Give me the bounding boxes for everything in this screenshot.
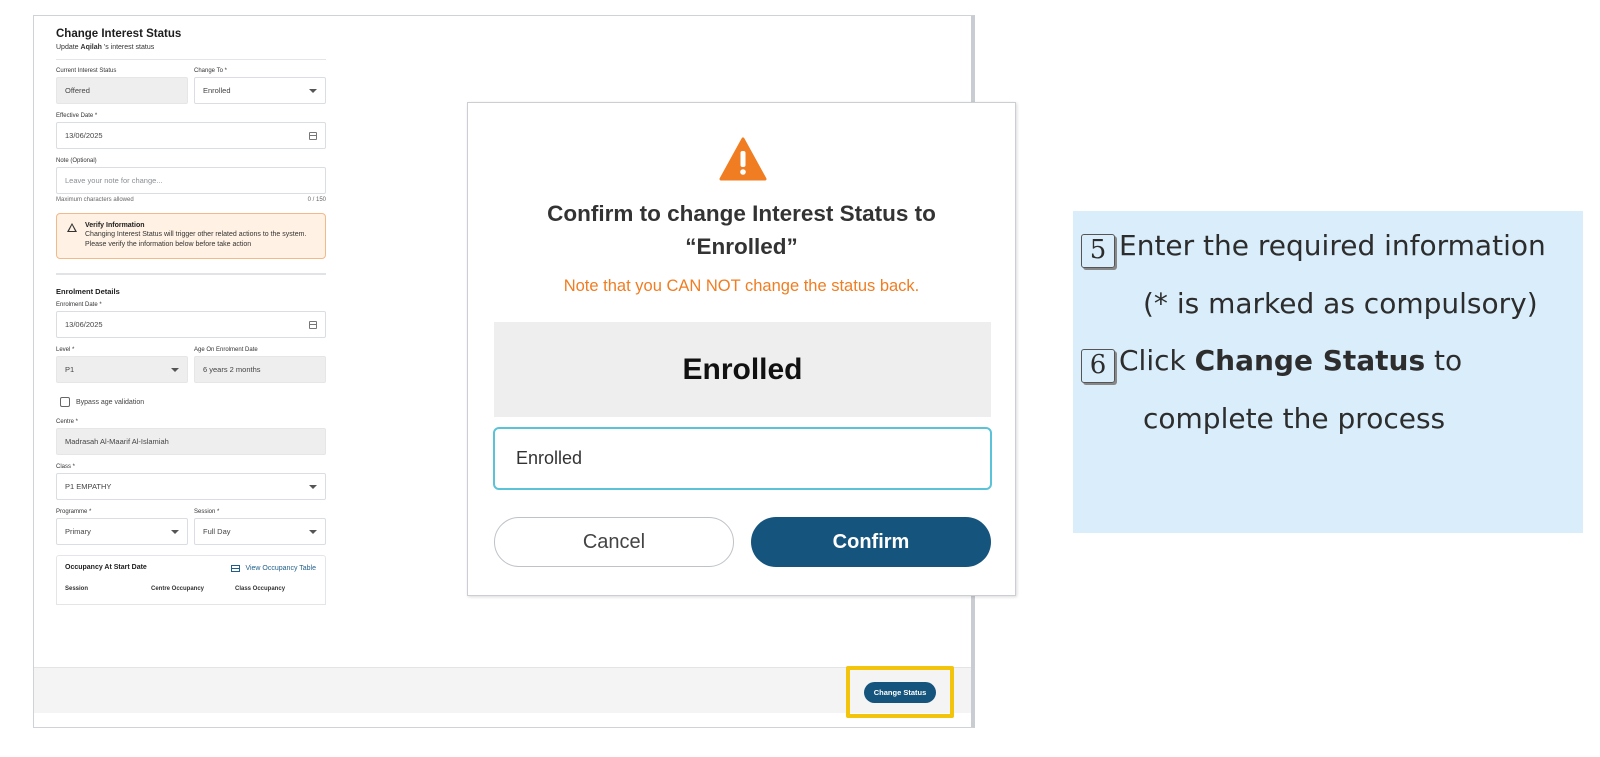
change-to-label: Change To * — [194, 68, 227, 74]
current-status-label: Current Interest Status — [56, 68, 117, 74]
level-label: Level * — [56, 347, 75, 353]
note-input[interactable]: Leave your note for change... — [56, 167, 326, 194]
calendar-icon[interactable] — [309, 131, 317, 140]
note-char-count: 0 / 150 — [307, 197, 326, 203]
cancel-button[interactable]: Cancel — [494, 517, 734, 567]
bypass-age-row[interactable]: Bypass age validation — [60, 397, 326, 407]
step-6-pre: Click — [1119, 344, 1195, 377]
programme-select[interactable]: Primary — [56, 518, 188, 545]
status-form: Change Interest Status Update Aqilah 's … — [56, 28, 326, 605]
confirm-button[interactable]: Confirm — [751, 517, 991, 567]
effective-date-value: 13/06/2025 — [65, 131, 103, 140]
col-session: Session — [65, 586, 89, 592]
class-select[interactable]: P1 EMPATHY — [56, 473, 326, 500]
divider — [56, 59, 326, 60]
step-6-number: 6 — [1081, 349, 1115, 383]
level-value: P1 — [65, 365, 75, 374]
age-value: 6 years 2 months — [203, 365, 261, 374]
dialog-title: Confirm to change Interest Status to “En… — [498, 197, 985, 263]
warning-icon — [67, 223, 77, 232]
chevron-down-icon — [171, 529, 179, 534]
bypass-age-label: Bypass age validation — [76, 398, 145, 406]
col-centre-occupancy: Centre Occupancy — [151, 586, 205, 592]
programme-label: Programme * — [56, 509, 92, 515]
step-5-number: 5 — [1081, 234, 1115, 268]
step-6: 6 Click Change Status to — [1081, 344, 1462, 383]
chevron-down-icon — [309, 484, 317, 489]
chevron-down-icon — [309, 88, 317, 93]
change-status-button[interactable]: Change Status — [863, 681, 937, 703]
section-divider — [56, 273, 326, 275]
step-6-bold: Change Status — [1194, 344, 1426, 377]
warning-icon — [719, 137, 767, 181]
age-label: Age On Enrolment Date — [194, 347, 258, 353]
subtitle-suffix: 's interest status — [101, 44, 155, 51]
age-field: 6 years 2 months — [194, 356, 326, 383]
confirm-dialog: Confirm to change Interest Status to “En… — [467, 102, 1016, 596]
note-label: Note (Optional) — [56, 158, 97, 164]
enrolment-date-value: 13/06/2025 — [65, 320, 103, 329]
dialog-title-line2: “Enrolled” — [685, 234, 798, 259]
verify-title: Verify Information — [85, 222, 145, 229]
step-5-text: Enter the required information — [1119, 229, 1546, 262]
student-name: Aqilah — [80, 44, 102, 51]
session-select[interactable]: Full Day — [194, 518, 326, 545]
enrolment-date-input[interactable]: 13/06/2025 — [56, 311, 326, 338]
confirm-status-value: Enrolled — [516, 448, 583, 468]
form-subtitle: Update Aqilah 's interest status — [56, 44, 326, 51]
chevron-down-icon — [171, 367, 179, 372]
step-6-post: to — [1425, 344, 1463, 377]
note-hint-row: Maximum characters allowed 0 / 150 — [56, 197, 326, 203]
confirm-status-input[interactable]: Enrolled — [493, 427, 992, 490]
calendar-icon[interactable] — [309, 320, 317, 329]
level-select[interactable]: P1 — [56, 356, 188, 383]
effective-date-label: Effective Date * — [56, 113, 98, 119]
class-label: Class * — [56, 464, 76, 470]
chevron-down-icon — [309, 529, 317, 534]
step-5: 5 Enter the required information — [1081, 229, 1546, 268]
dialog-title-line1: Confirm to change Interest Status to — [547, 201, 936, 226]
change-status-highlight: Change Status — [846, 666, 954, 718]
centre-value: Madrasah Al-Maarif Al-Islamiah — [65, 437, 169, 446]
table-icon — [231, 565, 241, 572]
centre-field: Madrasah Al-Maarif Al-Islamiah — [56, 428, 326, 455]
current-status-field: Offered — [56, 77, 188, 104]
subtitle-prefix: Update — [56, 44, 81, 51]
instruction-panel: 5 Enter the required information (* is ma… — [1073, 211, 1583, 533]
form-footer — [34, 667, 971, 713]
status-display: Enrolled — [494, 322, 991, 417]
change-to-select[interactable]: Enrolled — [194, 77, 326, 104]
dialog-warning-note: Note that you CAN NOT change the status … — [563, 277, 920, 295]
enrolment-date-label: Enrolment Date * — [56, 302, 102, 308]
current-status-value: Offered — [65, 86, 90, 95]
occupancy-card: Occupancy At Start Date View Occupancy T… — [56, 555, 326, 605]
note-placeholder: Leave your note for change... — [65, 176, 163, 185]
centre-label: Centre * — [56, 419, 79, 425]
bypass-age-checkbox[interactable] — [60, 397, 70, 407]
change-to-value: Enrolled — [203, 86, 231, 95]
programme-value: Primary — [65, 527, 91, 536]
note-hint: Maximum characters allowed — [56, 197, 134, 203]
verify-information-alert: Verify Information Changing Interest Sta… — [56, 213, 326, 259]
class-value: P1 EMPATHY — [65, 482, 112, 491]
form-title: Change Interest Status — [56, 28, 182, 40]
step-5-subtext: (* is marked as compulsory) — [1143, 287, 1538, 320]
view-occupancy-link[interactable]: View Occupancy Table — [231, 565, 316, 572]
session-value: Full Day — [203, 527, 231, 536]
view-occupancy-label: View Occupancy Table — [245, 565, 316, 572]
effective-date-input[interactable]: 13/06/2025 — [56, 122, 326, 149]
col-class-occupancy: Class Occupancy — [235, 586, 286, 592]
verify-text: Changing Interest Status will trigger ot… — [85, 231, 307, 248]
session-label: Session * — [194, 509, 220, 515]
enrolment-details-heading: Enrolment Details — [56, 287, 120, 296]
step-6-subtext: complete the process — [1143, 402, 1446, 435]
